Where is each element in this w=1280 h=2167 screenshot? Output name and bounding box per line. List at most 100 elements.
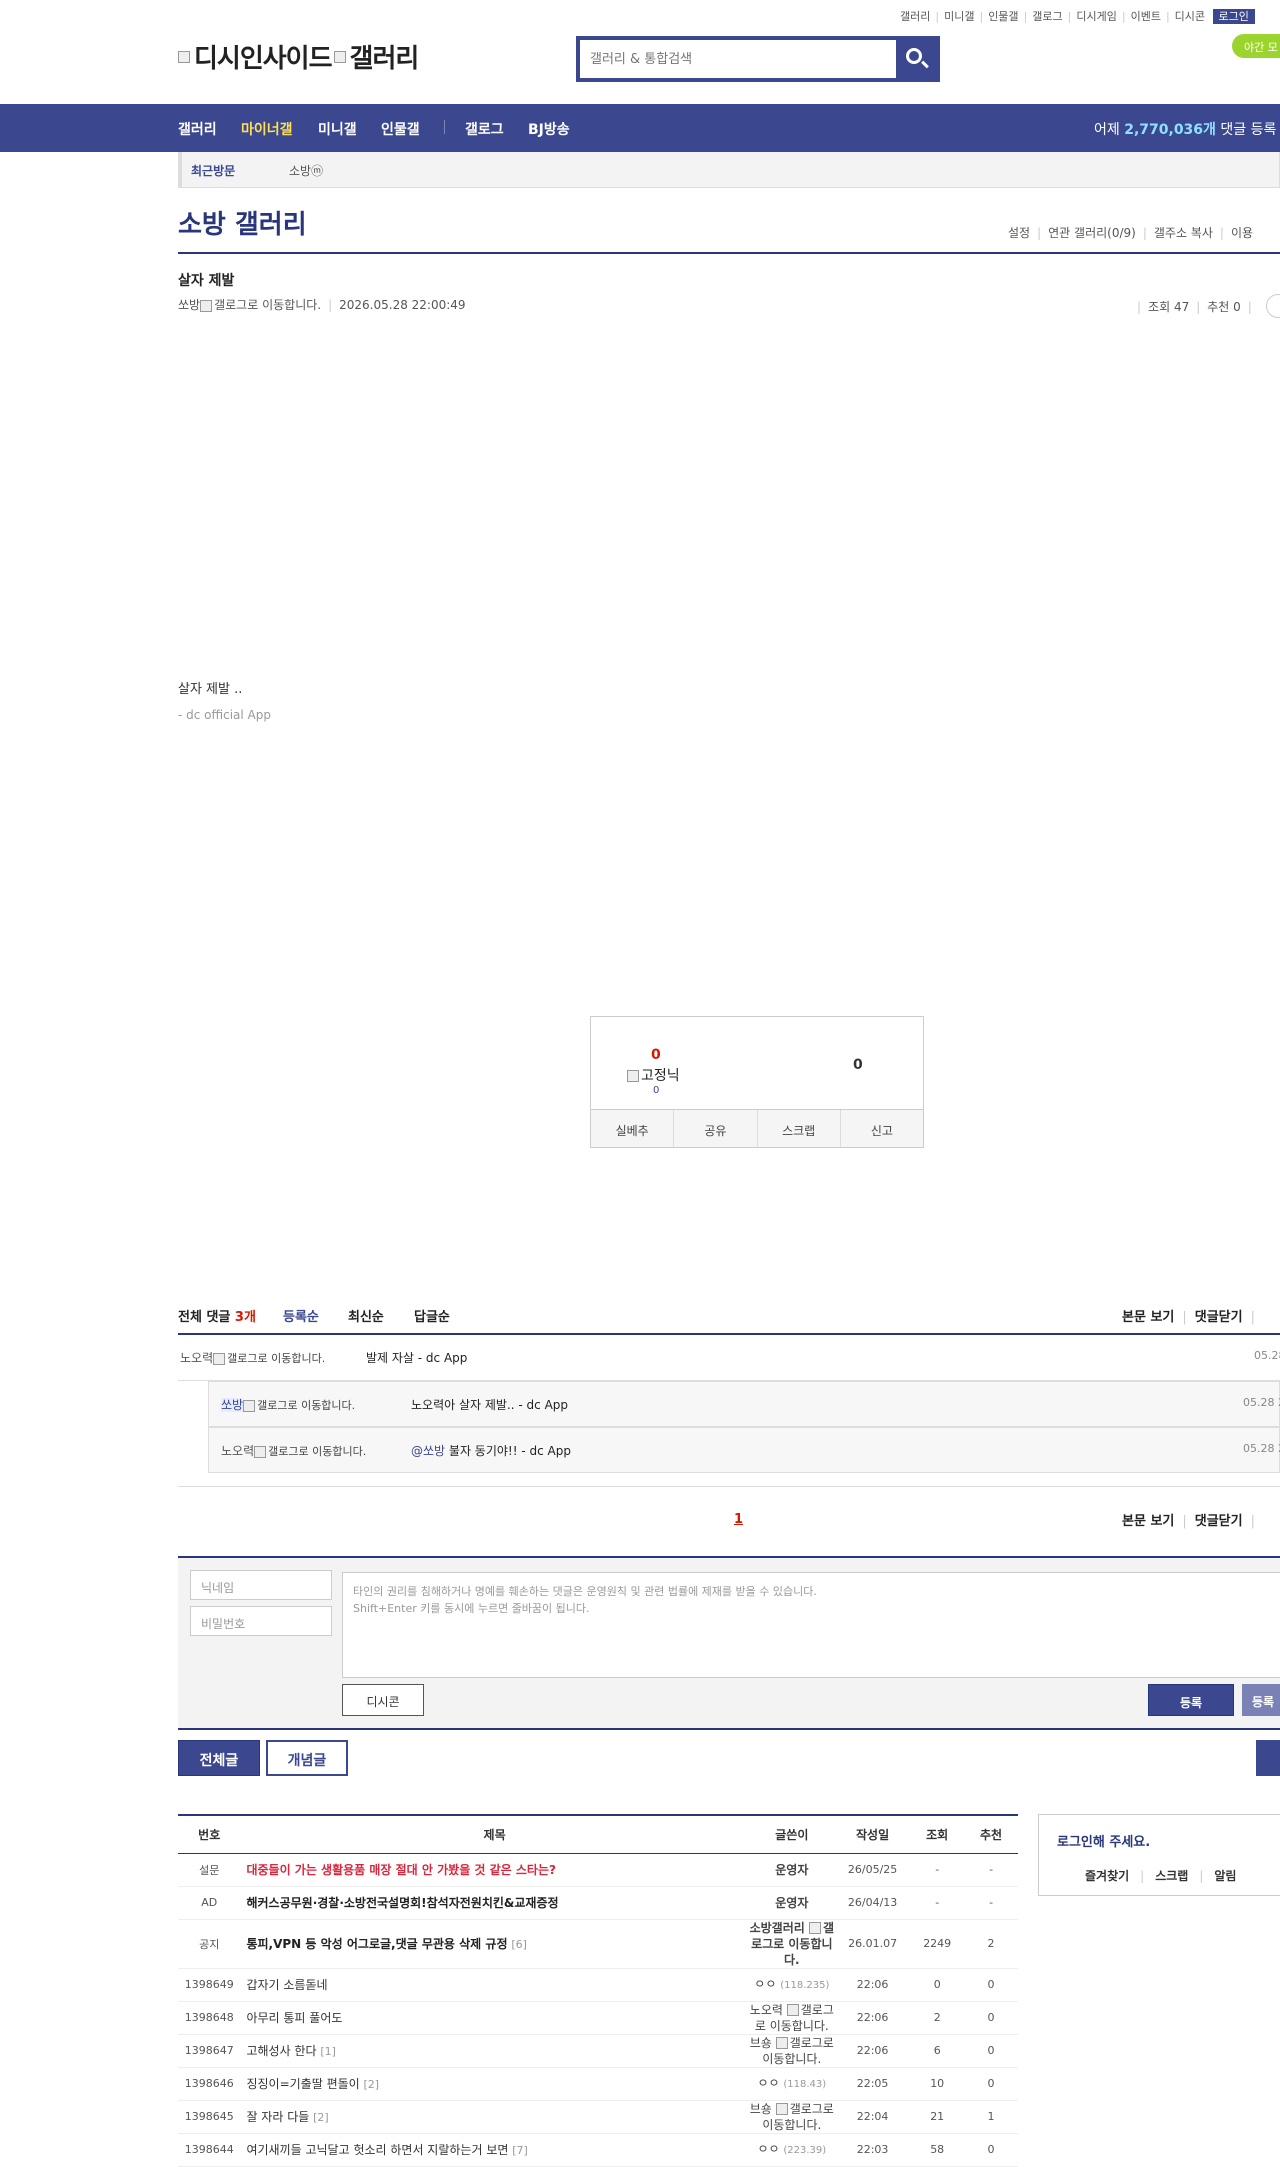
search-button[interactable]: [896, 40, 936, 78]
table-row[interactable]: AD 해커스공무원·경찰·소방전국설명회!참석자전원치킨&교재증정 운영자 26/0…: [178, 1886, 1018, 1920]
table-row[interactable]: 1398649 갑자기 소름돋네 ㅇㅇ (118.235) 22:06 0 0: [178, 1968, 1018, 2002]
nav-gallog[interactable]: 갤로그: [465, 119, 504, 139]
nickname-field[interactable]: 닉네임: [190, 1570, 332, 1600]
row-reply-count[interactable]: [1]: [320, 2045, 336, 2058]
share-button[interactable]: 공유: [674, 1110, 758, 1147]
register-gallog-button[interactable]: 등록: [1242, 1684, 1280, 1716]
copy-address-link[interactable]: 갤주소 복사: [1154, 226, 1213, 240]
usage-link[interactable]: 이용: [1231, 226, 1253, 240]
table-row[interactable]: 1398644 여기새끼들 고닉달고 헛소리 하면서 지랄하는거 보면 [7] ㅇㅇ…: [178, 2133, 1018, 2167]
row-subject[interactable]: 통피,VPN 등 악성 어그로글,댓글 무관용 삭제 규정: [246, 1937, 507, 1951]
gallog-icon[interactable]: [775, 2037, 788, 2049]
close-comments-link-bottom[interactable]: 댓글닫기: [1195, 1514, 1243, 1529]
row-subject[interactable]: 징징이=기출딸 편돌이: [246, 2077, 359, 2091]
nav-minor-gallery[interactable]: 마이너갤: [241, 119, 293, 139]
favorites-link[interactable]: 즐겨찾기: [1085, 1869, 1129, 1883]
row-writer-name[interactable]: ㅇㅇ: [757, 2076, 779, 2090]
best-recommend-button[interactable]: 실베추: [591, 1110, 675, 1147]
row-subject[interactable]: 고해성사 한다: [246, 2044, 316, 2058]
more-options-button[interactable]: [1266, 294, 1280, 318]
gallery-settings-link[interactable]: 설정: [1008, 226, 1030, 240]
comment-nick[interactable]: 노오력 갤로그로 이동합니다.: [180, 1349, 325, 1366]
row-writer-name[interactable]: 브숑: [750, 2102, 772, 2116]
comment-page-1[interactable]: 1: [734, 1512, 743, 1527]
util-link-dccon[interactable]: 디시콘: [1175, 10, 1205, 23]
util-link-event[interactable]: 이벤트: [1131, 10, 1161, 23]
nav-bj-broadcast[interactable]: BJ방송: [528, 119, 570, 139]
gallog-icon[interactable]: [213, 1352, 226, 1365]
nav-gallery[interactable]: 갤러리: [178, 119, 217, 139]
gallog-icon[interactable]: [786, 2004, 799, 2016]
row-reply-count[interactable]: [7]: [512, 2144, 528, 2157]
login-prompt[interactable]: 로그인해 주세요.: [1057, 1831, 1150, 1850]
table-row[interactable]: 설문 대중들이 가는 생활용품 매장 절대 안 가봤을 것 같은 스타는? 운영자…: [178, 1853, 1018, 1887]
reply-mention[interactable]: @쏘방: [411, 1444, 445, 1458]
gallog-icon[interactable]: [254, 1445, 267, 1458]
fixed-nick-recommend[interactable]: 고정닉: [627, 1065, 680, 1085]
row-subject-cell: 해커스공무원·경찰·소방전국설명회!참석자전원치킨&교재증정: [240, 1886, 749, 1920]
report-button[interactable]: 신고: [841, 1110, 923, 1147]
search-input[interactable]: [580, 40, 896, 78]
view-post-link[interactable]: 본문 보기: [1122, 1310, 1174, 1325]
row-subject[interactable]: 아무리 통피 풀어도: [246, 2011, 342, 2025]
gallery-title[interactable]: 소방 갤러리: [178, 204, 307, 241]
sort-registered[interactable]: 등록순: [283, 1306, 319, 1325]
table-row[interactable]: 공지 통피,VPN 등 악성 어그로글,댓글 무관용 삭제 규정 [6] 소방갤러리…: [178, 1919, 1018, 1969]
util-link-person[interactable]: 인물갤: [988, 10, 1018, 23]
row-subject[interactable]: 해커스공무원·경찰·소방전국설명회!참석자전원치킨&교재증정: [246, 1896, 558, 1910]
register-button[interactable]: 등록: [1148, 1684, 1234, 1716]
row-reply-count[interactable]: [2]: [364, 2078, 380, 2091]
nav-person-gallery[interactable]: 인물갤: [381, 119, 420, 139]
dccon-button[interactable]: 디시콘: [342, 1684, 424, 1716]
row-reply-count[interactable]: [2]: [313, 2111, 329, 2124]
login-button[interactable]: 로그인: [1212, 9, 1255, 24]
row-views: 21: [910, 2100, 965, 2134]
row-writer-name[interactable]: 브숑: [750, 2036, 772, 2050]
reply-nick[interactable]: 쏘방 갤로그로 이동합니다.: [221, 1396, 355, 1413]
gallog-icon[interactable]: [200, 299, 213, 312]
recent-visit-item[interactable]: 소방ⓜ: [289, 162, 323, 179]
comment-textarea[interactable]: 타인의 권리를 침해하거나 명예를 훼손하는 댓글은 운영원칙 및 관련 법률에…: [342, 1572, 1280, 1678]
row-subject[interactable]: 잘 자라 다들: [246, 2110, 309, 2124]
sort-latest[interactable]: 최신순: [348, 1306, 384, 1325]
close-comments-link[interactable]: 댓글닫기: [1195, 1310, 1243, 1325]
row-subject[interactable]: 여기새끼들 고닉달고 헛소리 하면서 지랄하는거 보면: [246, 2143, 508, 2157]
row-writer-name[interactable]: 소방갤러리: [750, 1921, 805, 1935]
nav-mini-gallery[interactable]: 미니갤: [318, 119, 357, 139]
scrap-button[interactable]: 스크랩: [758, 1110, 841, 1147]
row-writer-name[interactable]: 노오력: [750, 2003, 783, 2017]
reply-date: 05.28 2: [1243, 1396, 1280, 1409]
site-logo[interactable]: 디시인사이드 갤러리: [178, 38, 419, 75]
row-subject[interactable]: 대중들이 가는 생활용품 매장 절대 안 가봤을 것 같은 스타는?: [246, 1863, 556, 1877]
downvote-count[interactable]: 0: [853, 1057, 863, 1073]
gallog-icon[interactable]: [775, 2103, 788, 2115]
password-field[interactable]: 비밀번호: [190, 1606, 332, 1636]
row-writer-name[interactable]: 운영자: [775, 1863, 808, 1877]
table-row[interactable]: 1398647 고해성사 한다 [1] 브숑 갤로그로 이동합니다. 22:06 6 0: [178, 2034, 1018, 2068]
gallog-icon[interactable]: [808, 1922, 821, 1934]
tab-best-posts[interactable]: 개념글: [266, 1740, 348, 1776]
table-row[interactable]: 1398648 아무리 통피 풀어도 노오력 갤로그로 이동합니다. 22:06 2 0: [178, 2001, 1018, 2035]
row-writer-name[interactable]: 운영자: [775, 1896, 808, 1910]
sort-replies[interactable]: 답글순: [414, 1306, 450, 1325]
table-row[interactable]: 1398646 징징이=기출딸 편돌이 [2] ㅇㅇ (118.43) 22:05 10…: [178, 2067, 1018, 2101]
util-link-mini[interactable]: 미니갤: [944, 10, 974, 23]
row-reply-count[interactable]: [6]: [511, 1938, 527, 1951]
notification-link[interactable]: 알림: [1214, 1869, 1236, 1883]
row-subject[interactable]: 갑자기 소름돋네: [246, 1978, 327, 1992]
related-gallery-link[interactable]: 연관 갤러리(0/9): [1048, 226, 1136, 240]
write-post-button[interactable]: [1256, 1740, 1280, 1776]
row-writer-name[interactable]: ㅇㅇ: [757, 2142, 779, 2156]
table-row[interactable]: 1398645 잘 자라 다들 [2] 브숑 갤로그로 이동합니다. 22:04 21 1: [178, 2100, 1018, 2134]
gallog-icon[interactable]: [243, 1399, 256, 1412]
util-link-game[interactable]: 디시게임: [1076, 10, 1116, 23]
row-writer-name[interactable]: ㅇㅇ: [754, 1977, 776, 1991]
reply-nick[interactable]: 노오력 갤로그로 이동합니다.: [221, 1442, 366, 1459]
view-post-link-bottom[interactable]: 본문 보기: [1122, 1514, 1174, 1529]
tab-all-posts[interactable]: 전체글: [178, 1740, 260, 1776]
night-mode-toggle[interactable]: 야간 모: [1232, 34, 1280, 58]
util-link-gallery[interactable]: 갤러리: [900, 10, 930, 23]
scrap-link[interactable]: 스크랩: [1155, 1869, 1188, 1883]
post-writer[interactable]: 쏘방: [178, 298, 200, 312]
util-link-gallog[interactable]: 갤로그: [1032, 10, 1062, 23]
